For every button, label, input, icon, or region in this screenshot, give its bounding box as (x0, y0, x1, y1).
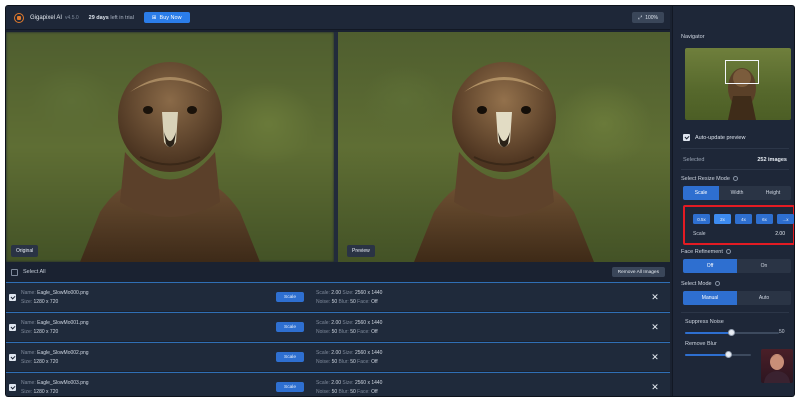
face-refinement-on[interactable]: On (737, 259, 791, 273)
navigator-title: Navigator (681, 34, 705, 40)
preview-panel[interactable]: Preview (338, 32, 670, 262)
resize-mode-width[interactable]: Width (719, 186, 755, 200)
remove-row-close-icon[interactable]: ✕ (650, 322, 660, 332)
remove-row-close-icon[interactable]: ✕ (650, 292, 660, 302)
suppress-noise-slider[interactable] (685, 329, 779, 336)
file-name: Eagle_SlowMo003.png (37, 380, 89, 386)
file-name: Eagle_SlowMo002.png (37, 350, 89, 356)
suppress-noise-label: Suppress Noise (685, 319, 724, 325)
navigator-thumbnail[interactable] (685, 48, 791, 120)
zoom-button[interactable]: ⤢ 100% (632, 12, 664, 23)
resize-mode-scale[interactable]: Scale (683, 186, 719, 200)
scale-value[interactable]: 2.00 (775, 231, 785, 237)
scale-label: Scale (693, 231, 706, 237)
scale-highlight-box: 0.5x 2x 4x 6x ...x Scale 2.00 (683, 205, 794, 245)
table-row[interactable]: Name: Eagle_SlowMo000.png Size: 1280 x 7… (6, 282, 670, 311)
remove-blur-knob[interactable] (725, 351, 732, 358)
face-refinement-off[interactable]: Off (683, 259, 737, 273)
scale-preset-6x[interactable]: 6x (756, 214, 773, 224)
buy-now-button[interactable]: ⊞ Buy Now (143, 12, 190, 23)
original-panel[interactable]: Original (6, 32, 334, 262)
eagle-preview-image (414, 62, 594, 262)
scale-preset-2x[interactable]: 2x (714, 214, 731, 224)
remove-all-images-button[interactable]: Remove All Images (611, 267, 665, 277)
info-icon (732, 176, 738, 182)
input-size: 1280 x 720 (33, 329, 59, 335)
suppress-noise-value: 50 (779, 329, 785, 335)
remove-row-close-icon[interactable]: ✕ (650, 352, 660, 362)
face-refinement-title: Face Refinement (681, 249, 731, 255)
row-checkbox[interactable] (9, 384, 16, 391)
original-label: Original (11, 245, 39, 257)
scale-preset-0-5x[interactable]: 0.5x (693, 214, 710, 224)
zoom-icon: ⤢ (638, 14, 643, 21)
selected-count: Selected 252 images (683, 157, 787, 163)
resize-mode-height[interactable]: Height (755, 186, 791, 200)
select-mode-title: Select Mode (681, 281, 720, 287)
auto-update-checkbox[interactable] (683, 134, 690, 141)
suppress-noise-knob[interactable] (728, 329, 735, 336)
face-refinement-toggle[interactable]: Off On (683, 259, 791, 273)
scale-button[interactable]: Scale (276, 352, 304, 362)
info-icon (725, 249, 731, 255)
auto-update-preview-toggle[interactable]: Auto-update preview (683, 134, 745, 141)
app-window: Gigapixel AI v4.5.0 29 days left in tria… (6, 6, 794, 396)
settings-sidebar: Navigator Auto-update preview Selected 2… (672, 6, 794, 396)
input-size: 1280 x 720 (33, 299, 59, 305)
remove-row-close-icon[interactable]: ✕ (650, 382, 660, 392)
file-name: Eagle_SlowMo000.png (37, 290, 89, 296)
scale-button[interactable]: Scale (276, 322, 304, 332)
webcam-avatar (761, 349, 793, 383)
app-title: Gigapixel AI (30, 14, 63, 21)
scale-presets: 0.5x 2x 4x 6x ...x (693, 214, 794, 224)
row-checkbox[interactable] (9, 294, 16, 301)
app-version: v4.5.0 (65, 14, 79, 21)
select-all-label: Select All (23, 269, 46, 275)
cart-icon: ⊞ (151, 14, 157, 21)
mode-auto[interactable]: Auto (737, 291, 791, 305)
scale-preset-custom[interactable]: ...x (777, 214, 794, 224)
mode-selector[interactable]: Manual Auto (683, 291, 791, 305)
resize-mode-title: Select Resize Mode (681, 176, 738, 182)
scale-preset-4x[interactable]: 4x (735, 214, 752, 224)
file-name: Eagle_SlowMo001.png (37, 320, 89, 326)
remove-blur-label: Remove Blur (685, 341, 717, 347)
mode-manual[interactable]: Manual (683, 291, 737, 305)
navigator-eagle-image (728, 68, 756, 120)
scale-button[interactable]: Scale (276, 292, 304, 302)
input-size: 1280 x 720 (33, 359, 59, 365)
image-list-header: Select All Remove All Images (6, 264, 670, 280)
preview-label: Preview (347, 245, 375, 257)
eagle-image (80, 62, 260, 262)
table-row[interactable]: Name: Eagle_SlowMo001.png Size: 1280 x 7… (6, 312, 670, 341)
top-bar: Gigapixel AI v4.5.0 29 days left in tria… (6, 6, 670, 30)
row-checkbox[interactable] (9, 324, 16, 331)
table-row[interactable]: Name: Eagle_SlowMo002.png Size: 1280 x 7… (6, 342, 670, 371)
resize-mode-selector[interactable]: Scale Width Height (683, 186, 791, 200)
table-row[interactable]: Name: Eagle_SlowMo003.png Size: 1280 x 7… (6, 372, 670, 396)
scale-button[interactable]: Scale (276, 382, 304, 392)
info-icon (714, 281, 720, 287)
row-checkbox[interactable] (9, 354, 16, 361)
input-size: 1280 x 720 (33, 389, 59, 395)
trial-status: 29 days left in trial (88, 14, 134, 21)
select-all-checkbox[interactable] (11, 268, 18, 276)
navigator-viewport-box[interactable] (725, 60, 759, 84)
remove-blur-slider[interactable] (685, 351, 751, 358)
gigapixel-logo-icon (14, 12, 24, 23)
